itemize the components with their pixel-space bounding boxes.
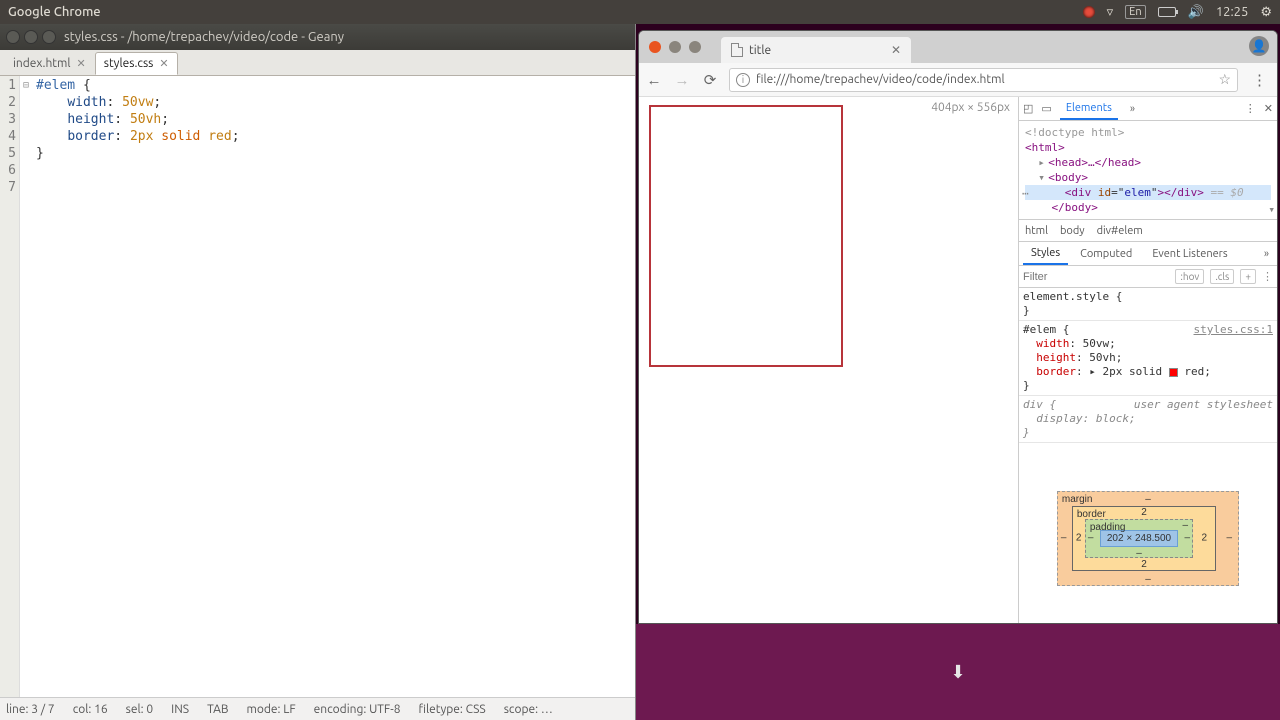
network-icon[interactable]: ▿ — [1107, 5, 1114, 20]
geany-tab-styles-css[interactable]: styles.css✕ — [95, 52, 178, 75]
styles-tab-styles[interactable]: Styles — [1023, 243, 1068, 265]
url-text: file:///home/trepachev/video/code/index.… — [756, 73, 1005, 86]
device-toolbar-icon[interactable]: ▭ — [1041, 102, 1051, 115]
close-tab-icon[interactable]: ✕ — [159, 57, 168, 70]
status-encoding: encoding: UTF-8 — [314, 703, 401, 716]
reload-button[interactable]: ⟳ — [701, 71, 719, 89]
line-number-gutter: 1234567 — [0, 76, 20, 697]
window-close-button[interactable] — [6, 30, 20, 44]
rule-source-link[interactable]: styles.css:1 — [1194, 323, 1273, 337]
devtools-close-icon[interactable]: ✕ — [1264, 102, 1273, 115]
status-line: line: 3 / 7 — [6, 703, 55, 716]
inspect-element-icon[interactable]: ◰ — [1023, 102, 1033, 115]
rule-user-agent: user agent stylesheet div { display: blo… — [1019, 396, 1277, 443]
window-minimize-button[interactable] — [24, 30, 38, 44]
rule-element-style: element.style { } — [1019, 288, 1277, 321]
chrome-tab-strip[interactable]: title ✕ 👤 — [639, 31, 1277, 63]
crumb-body[interactable]: body — [1060, 225, 1085, 237]
active-window-title: Google Chrome — [0, 5, 101, 19]
status-ins: INS — [171, 703, 189, 716]
window-maximize-button[interactable] — [689, 41, 701, 53]
download-indicator-icon[interactable]: ⬇ — [950, 662, 965, 683]
chrome-devtools: ◰ ▭ Elements » ⋮ ✕ <!doctype html> <html… — [1019, 97, 1277, 623]
browser-tab[interactable]: title ✕ — [721, 37, 911, 63]
status-scope: scope: … — [504, 703, 553, 716]
geany-status-bar: line: 3 / 7 col: 16 sel: 0 INS TAB mode:… — [0, 697, 635, 720]
styles-tabs: Styles Computed Event Listeners » — [1019, 242, 1277, 266]
chrome-browser-window: title ✕ 👤 ← → ⟳ i file:///home/trepachev… — [638, 30, 1278, 624]
scroll-down-icon[interactable]: ▾ — [1268, 202, 1275, 217]
clock[interactable]: 12:25 — [1216, 5, 1249, 19]
rendered-div-elem — [649, 105, 843, 367]
devtools-tab-elements[interactable]: Elements — [1060, 98, 1118, 120]
styles-tab-event-listeners[interactable]: Event Listeners — [1144, 244, 1235, 264]
battery-icon[interactable] — [1158, 7, 1176, 17]
dom-doctype[interactable]: <!doctype html> — [1025, 125, 1271, 140]
status-tab: TAB — [207, 703, 228, 716]
dom-selected-node[interactable]: ⋯ <div id="elem"></div> == $0 — [1025, 185, 1271, 200]
dom-breadcrumbs: html body div#elem — [1019, 220, 1277, 242]
forward-button[interactable]: → — [673, 71, 691, 89]
status-sel: sel: 0 — [126, 703, 153, 716]
close-tab-icon[interactable]: ✕ — [891, 43, 901, 57]
status-mode: mode: LF — [247, 703, 296, 716]
geany-code-editor[interactable]: 1234567 ⊟ #elem { width: 50vw; height: 5… — [0, 76, 635, 697]
devtools-toolbar: ◰ ▭ Elements » ⋮ ✕ — [1019, 97, 1277, 121]
system-menu-bar: Google Chrome ▿ En 🔊 12:25 ⚙ — [0, 0, 1280, 24]
dom-tree[interactable]: <!doctype html> <html> ▸<head>…</head> ▾… — [1019, 121, 1277, 220]
bookmark-star-icon[interactable]: ☆ — [1218, 71, 1231, 88]
cls-toggle[interactable]: .cls — [1210, 269, 1234, 284]
crumb-html[interactable]: html — [1025, 225, 1048, 237]
record-indicator-icon[interactable] — [1083, 6, 1095, 18]
geany-tab-bar: index.html✕ styles.css✕ — [0, 50, 635, 76]
geany-tab-index-html[interactable]: index.html✕ — [4, 52, 95, 75]
geany-titlebar[interactable]: styles.css - /home/trepachev/video/code … — [0, 24, 635, 50]
geany-editor-window: styles.css - /home/trepachev/video/code … — [0, 24, 636, 720]
fold-gutter[interactable]: ⊟ — [20, 76, 32, 697]
styles-tab-computed[interactable]: Computed — [1072, 244, 1140, 264]
rule-elem: styles.css:1 #elem { width: 50vw; height… — [1019, 321, 1277, 396]
profile-avatar-icon[interactable]: 👤 — [1249, 36, 1269, 56]
css-rules-panel[interactable]: element.style { } styles.css:1 #elem { w… — [1019, 288, 1277, 443]
address-bar[interactable]: i file:///home/trepachev/video/code/inde… — [729, 68, 1238, 92]
status-col: col: 16 — [73, 703, 108, 716]
volume-icon[interactable]: 🔊 — [1188, 5, 1204, 20]
site-info-icon[interactable]: i — [736, 73, 750, 87]
window-close-button[interactable] — [649, 41, 661, 53]
more-tabs-icon[interactable]: » — [1130, 103, 1135, 115]
geany-window-title: styles.css - /home/trepachev/video/code … — [64, 30, 344, 44]
viewport-dimensions-label: 404px × 556px — [931, 101, 1010, 114]
more-tabs-icon[interactable]: » — [1264, 248, 1273, 260]
tab-title: title — [749, 44, 771, 57]
styles-filter-input[interactable] — [1023, 271, 1169, 283]
window-minimize-button[interactable] — [669, 41, 681, 53]
window-maximize-button[interactable] — [42, 30, 56, 44]
new-style-rule-button[interactable]: + — [1240, 269, 1256, 284]
close-tab-icon[interactable]: ✕ — [77, 57, 86, 70]
settings-gear-icon[interactable]: ⚙ — [1260, 5, 1272, 20]
system-tray: ▿ En 🔊 12:25 ⚙ — [1083, 5, 1280, 20]
back-button[interactable]: ← — [645, 71, 663, 89]
box-model-diagram[interactable]: margin – – – – border 2 2 2 2 padding – — [1019, 443, 1277, 623]
status-filetype: filetype: CSS — [419, 703, 486, 716]
code-area[interactable]: #elem { width: 50vw; height: 50vh; borde… — [32, 76, 244, 697]
chrome-toolbar: ← → ⟳ i file:///home/trepachev/video/cod… — [639, 63, 1277, 97]
desktop-background-area: ⬇ — [636, 624, 1280, 720]
crumb-div-elem[interactable]: div#elem — [1097, 225, 1143, 237]
devtools-menu-icon[interactable]: ⋮ — [1245, 102, 1256, 115]
color-swatch-icon[interactable] — [1169, 368, 1178, 377]
styles-filter-row: :hov .cls + ⋮ — [1019, 266, 1277, 288]
page-viewport[interactable]: 404px × 556px — [639, 97, 1019, 623]
chrome-menu-button[interactable]: ⋮ — [1248, 71, 1271, 89]
language-indicator[interactable]: En — [1125, 5, 1145, 19]
styles-menu-icon[interactable]: ⋮ — [1262, 270, 1273, 283]
hov-toggle[interactable]: :hov — [1175, 269, 1204, 284]
page-icon — [731, 43, 743, 57]
